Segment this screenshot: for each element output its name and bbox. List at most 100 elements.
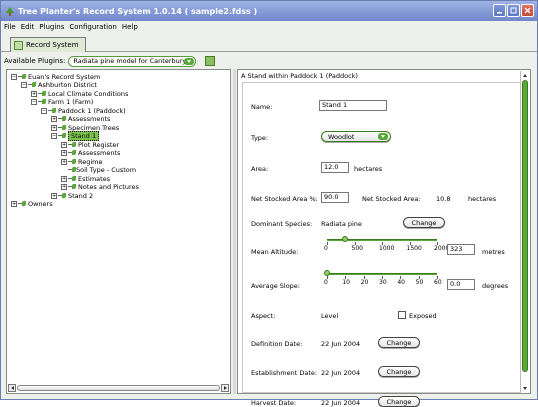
tree-node-label: Plot Register xyxy=(78,140,120,149)
area-unit: hectares xyxy=(354,165,383,173)
tree-node-label: Notes and Pictures xyxy=(78,183,139,191)
tab-label: Record System xyxy=(26,41,79,49)
collapse-icon[interactable]: − xyxy=(21,82,27,88)
net-stocked-area-label: Net Stocked Area: xyxy=(362,195,421,203)
menu-bar: File Edit Plugins Configuration Help xyxy=(1,21,537,32)
scroll-thumb[interactable] xyxy=(17,385,220,391)
expand-icon[interactable]: + xyxy=(61,141,67,148)
tree-node-label: Assessments xyxy=(78,149,121,157)
tree-node-label: Local Climate Conditions xyxy=(48,89,129,98)
detail-header: A Stand within Paddock 1 (Paddock) xyxy=(241,72,358,80)
expand-icon[interactable]: + xyxy=(61,184,67,190)
leaf-icon xyxy=(68,184,76,190)
leaf-icon xyxy=(28,82,36,88)
plugin-bar: Available Plugins: Radiata pine model fo… xyxy=(1,53,537,69)
tree-node-label: Paddock 1 (Paddock) xyxy=(58,106,126,115)
leaf-icon xyxy=(48,107,56,114)
leaf-icon xyxy=(58,192,66,199)
type-label: Type: xyxy=(251,134,269,142)
menu-help[interactable]: Help xyxy=(122,23,138,31)
exposed-checkbox[interactable] xyxy=(398,311,406,319)
collapse-icon[interactable]: − xyxy=(41,107,47,114)
definition-date-label: Definition Date: xyxy=(251,340,303,348)
maximize-button[interactable] xyxy=(507,4,520,17)
tree-node-label: Stand 2 xyxy=(68,191,94,200)
tree-node-label: Ashburton District xyxy=(38,81,97,89)
scroll-left-icon[interactable] xyxy=(8,384,16,392)
leaf-icon xyxy=(58,124,66,131)
collapse-icon[interactable]: − xyxy=(11,73,17,80)
name-label: Name: xyxy=(251,103,273,111)
exposed-label: Exposed xyxy=(409,312,437,320)
definition-date-value: 22 Jun 2004 xyxy=(321,340,361,348)
menu-plugins[interactable]: Plugins xyxy=(39,23,64,31)
altitude-slider-tick-label: 0 xyxy=(324,245,328,252)
definition-change-button[interactable]: Change xyxy=(378,337,420,348)
expand-icon[interactable]: + xyxy=(51,192,57,199)
horizontal-scrollbar[interactable] xyxy=(8,384,229,392)
area-input[interactable]: 12.0 xyxy=(321,162,349,173)
altitude-slider-thumb[interactable] xyxy=(341,236,348,242)
expand-icon[interactable]: + xyxy=(61,175,67,182)
name-input[interactable]: Stand 1 xyxy=(319,100,387,111)
altitude-input[interactable]: 323 xyxy=(447,244,475,255)
slope-slider-tick-label: 30 xyxy=(379,279,387,286)
tree-node[interactable]: + Owners xyxy=(11,200,53,209)
tree-node-label: Euan's Record System xyxy=(28,72,101,81)
expand-icon[interactable]: + xyxy=(61,158,67,165)
expand-icon[interactable]: + xyxy=(31,90,37,97)
species-change-button[interactable]: Change xyxy=(403,217,445,228)
slope-slider-tick-label: 60 xyxy=(434,279,442,286)
leaf-icon xyxy=(68,158,76,165)
scroll-right-icon[interactable] xyxy=(221,384,229,392)
minimize-button[interactable] xyxy=(493,4,506,17)
altitude-slider-tick-label: 1000 xyxy=(379,245,395,252)
tree-node-label: Assessments xyxy=(68,115,111,123)
scroll-down-icon[interactable] xyxy=(521,384,529,392)
vertical-scrollbar[interactable] xyxy=(520,71,529,392)
close-button[interactable] xyxy=(521,4,534,17)
run-plugin-button[interactable] xyxy=(205,56,216,66)
net-stocked-percent-input[interactable]: 90.0 xyxy=(321,192,349,203)
tree-node-label: Estimates xyxy=(78,174,111,183)
type-select[interactable]: Woodlot xyxy=(321,131,391,142)
altitude-slider-tick-label: 1500 xyxy=(406,245,422,252)
scroll-up-icon[interactable] xyxy=(521,71,529,79)
slope-slider-track[interactable] xyxy=(327,273,437,275)
slope-slider-tick-label: 40 xyxy=(397,279,405,286)
aspect-value: Level xyxy=(321,312,339,320)
slope-unit: degrees xyxy=(482,282,509,290)
tab-record-system[interactable]: Record System xyxy=(10,37,86,52)
plugin-select[interactable]: Radiata pine model for Canterbury xyxy=(68,55,197,67)
menu-edit[interactable]: Edit xyxy=(21,23,35,31)
menu-configuration[interactable]: Configuration xyxy=(69,23,116,31)
type-value: Woodlot xyxy=(328,132,355,141)
title-bar[interactable]: Tree Planter's Record System 1.0.14 ( sa… xyxy=(1,1,537,21)
split-divider[interactable] xyxy=(233,69,236,394)
chevron-down-icon xyxy=(184,57,195,65)
harvest-date-label: Harvest Date: xyxy=(251,399,297,407)
record-system-icon xyxy=(14,40,23,50)
altitude-unit: metres xyxy=(482,248,505,256)
expand-icon[interactable]: + xyxy=(51,124,57,131)
minimize-icon xyxy=(497,12,502,14)
slope-slider-tick-label: 50 xyxy=(415,279,424,286)
expand-icon[interactable]: + xyxy=(11,201,17,207)
tree-node[interactable]: + Stand 2 xyxy=(51,191,93,200)
slope-input[interactable]: 0.0 xyxy=(447,279,475,290)
collapse-icon[interactable]: − xyxy=(31,99,37,105)
expand-icon[interactable]: + xyxy=(51,116,57,122)
establishment-date-label: Establishment Date: xyxy=(251,369,318,377)
detail-form: Name: Stand 1 Type: Woodlot Area: 12.0 h… xyxy=(242,82,521,407)
detail-panel: A Stand within Paddock 1 (Paddock) Name:… xyxy=(237,69,531,407)
harvest-change-button[interactable]: Change xyxy=(378,396,420,407)
expand-icon[interactable]: + xyxy=(61,150,67,156)
collapse-icon[interactable]: − xyxy=(51,133,57,139)
net-stocked-area-value: 10.8 xyxy=(436,195,451,203)
tree-node-label: Soil Type - Custom xyxy=(76,166,137,174)
leaf-icon xyxy=(68,141,76,148)
chevron-down-icon xyxy=(378,133,388,140)
menu-file[interactable]: File xyxy=(4,23,16,31)
establishment-change-button[interactable]: Change xyxy=(378,366,420,377)
scroll-thumb[interactable] xyxy=(522,80,528,372)
